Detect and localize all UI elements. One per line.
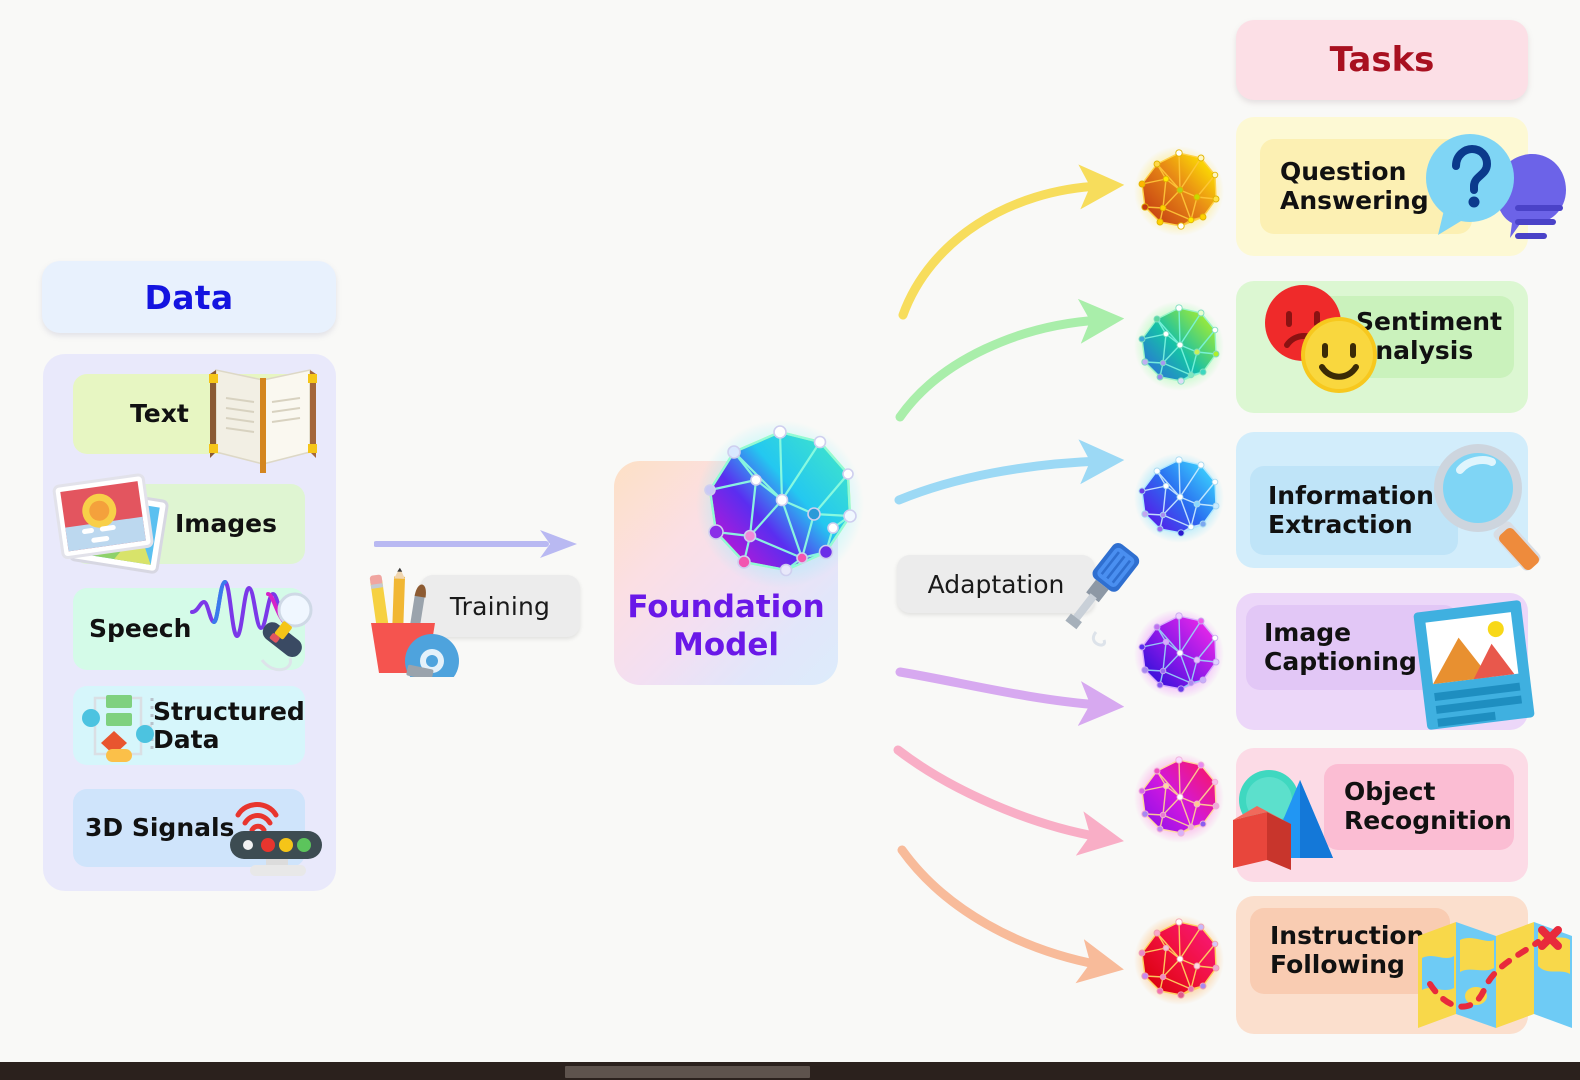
speech-bubbles-question-icon xyxy=(1426,134,1566,239)
flowchart-icon xyxy=(82,695,154,762)
sensor-bar-icon xyxy=(230,802,322,876)
sad-happy-faces-icon xyxy=(1265,285,1377,393)
task-label-object-recognition: Object Recognition xyxy=(1344,777,1512,835)
adaptation-arrow-question-answering xyxy=(898,164,1125,320)
orb-information-extraction-icon xyxy=(1134,453,1224,543)
adaptation-arrow-sentiment-analysis xyxy=(895,298,1125,422)
task-label-question-answering: Question Answering xyxy=(1280,156,1429,215)
orb-image-captioning-icon xyxy=(1134,609,1224,699)
adaptation-arrow-instruction-following xyxy=(897,845,1124,984)
data-item-speech-label: Speech xyxy=(89,614,192,643)
orb-instruction-following-icon xyxy=(1134,915,1224,1005)
tasks-header-label: Tasks xyxy=(1329,40,1435,80)
folded-map-icon xyxy=(1418,922,1572,1028)
adaptation-arrow-information-extraction xyxy=(894,439,1125,505)
magnifying-glass-icon xyxy=(1434,444,1541,571)
scrollbar-divider xyxy=(812,1066,816,1078)
task-label-instruction-following: Instruction Following xyxy=(1270,921,1425,979)
orb-question-answering-icon xyxy=(1134,146,1224,236)
foundation-model-label-line2: Model xyxy=(673,627,779,664)
data-item-images-label: Images xyxy=(175,509,277,538)
task-label-information-extraction: Information Extraction xyxy=(1268,480,1434,539)
adaptation-arrow-image-captioning xyxy=(895,667,1125,726)
orb-object-recognition-icon xyxy=(1134,753,1224,843)
adaptation-arrow-object-recognition xyxy=(893,745,1124,856)
open-book-icon xyxy=(209,369,317,473)
network-sphere-icon xyxy=(696,420,864,588)
task-label-image-captioning: Image Captioning xyxy=(1264,617,1417,676)
training-arrow xyxy=(374,530,577,558)
orb-sentiment-analysis-icon xyxy=(1134,301,1224,391)
3d-shapes-icon xyxy=(1233,770,1333,870)
foundation-model-label-line1: Foundation xyxy=(627,589,825,626)
data-item-text-label: Text xyxy=(130,399,189,428)
data-header-card: Data xyxy=(42,261,336,333)
data-item-structured-data-label: Structured Data xyxy=(153,696,305,754)
photos-icon xyxy=(52,473,169,574)
pencil-cup-icon xyxy=(369,567,459,677)
diagram-canvas: Data Text Images Speech Structured Data … xyxy=(0,0,1580,1080)
data-item-3d-signals-label: 3D Signals xyxy=(85,813,235,842)
horizontal-scrollbar-thumb[interactable] xyxy=(565,1066,810,1078)
adaptation-label: Adaptation xyxy=(927,569,1065,599)
tasks-header-card: Tasks xyxy=(1236,20,1528,100)
foundation-model-label: Foundation Model xyxy=(614,589,838,665)
microphone-waveform-icon xyxy=(190,579,313,672)
picture-document-icon xyxy=(1413,600,1535,730)
data-header-label: Data xyxy=(144,277,234,317)
